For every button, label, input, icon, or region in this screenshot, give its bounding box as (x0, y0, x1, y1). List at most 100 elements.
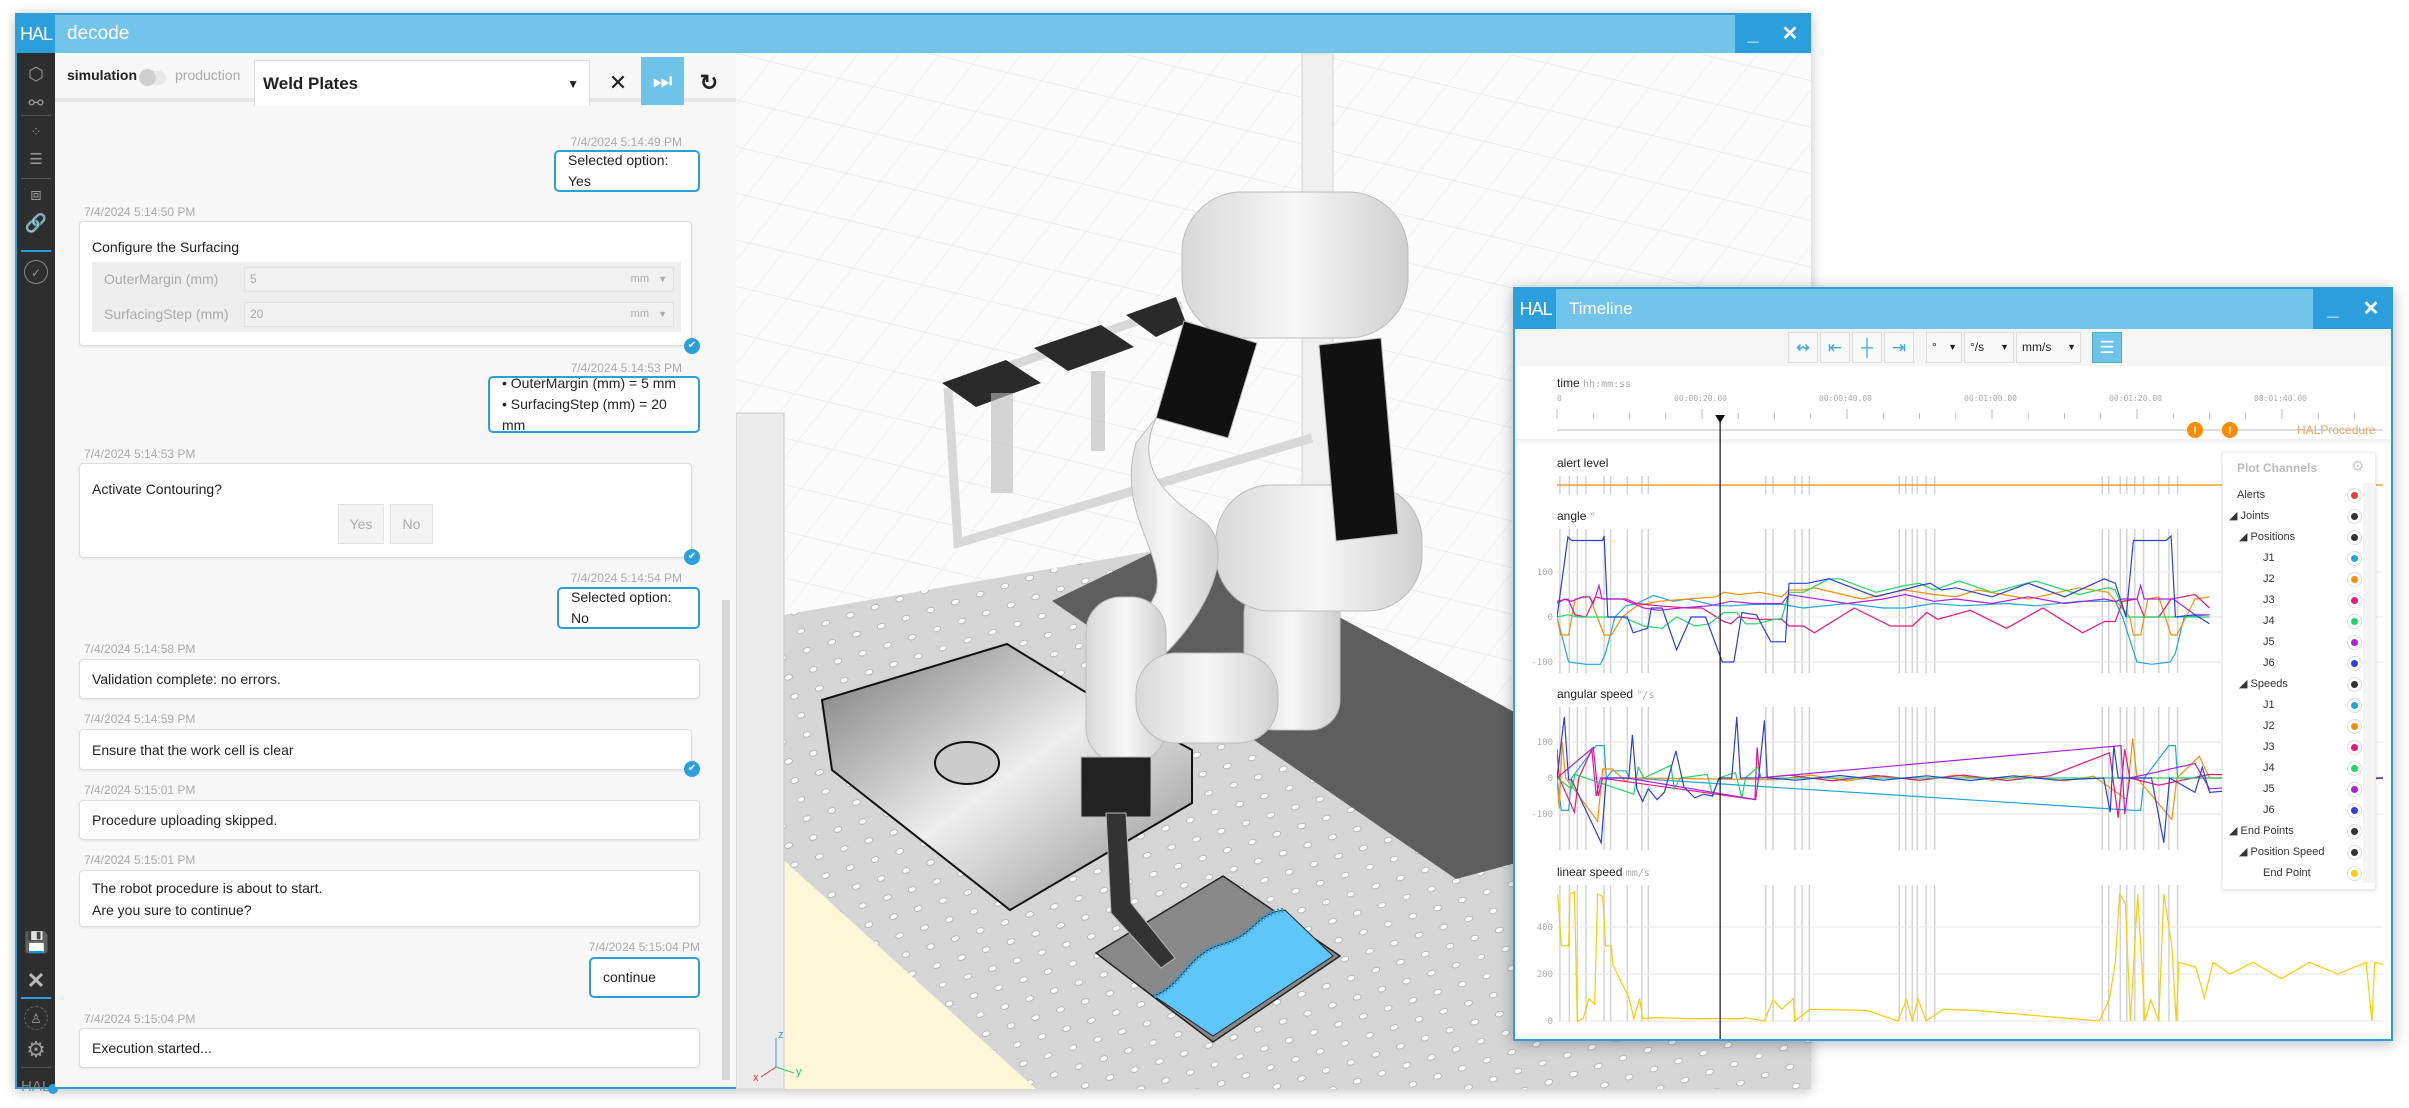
channel-label: J4 (2263, 615, 2275, 627)
timestamp: 7/4/2024 5:14:59 PM (84, 712, 196, 726)
outer-margin-input[interactable]: 5 mm ▼ (244, 267, 674, 292)
channel-color-toggle[interactable] (2347, 698, 2362, 713)
channel-color-toggle[interactable] (2347, 593, 2362, 608)
channels-scrollbar[interactable] (2363, 483, 2375, 883)
channel-label: Alerts (2237, 489, 2266, 501)
stop-button[interactable]: ✕ (598, 61, 638, 105)
user-icon[interactable]: ♙ (24, 1006, 48, 1030)
message-line: The robot procedure is about to start. (92, 879, 323, 896)
y-tick-label: 400 (1537, 923, 1553, 933)
field-label: SurfacingStep (mm) (104, 306, 229, 322)
chat-scrollbar[interactable] (722, 600, 730, 1080)
cube-axes-icon[interactable]: ⬡ (24, 62, 48, 86)
channel-item[interactable]: J2 (2223, 569, 2363, 590)
gear-icon[interactable]: ⚙ (24, 1038, 48, 1062)
divider (21, 115, 51, 116)
alert-marker-glyph: ! (2193, 425, 2197, 437)
check-circle-icon[interactable]: ✓ (24, 260, 48, 284)
timestamp: 7/4/2024 5:15:04 PM (84, 1012, 196, 1026)
channel-item[interactable]: ◢ Joints (2223, 506, 2363, 527)
channel-label: ◢ Positions (2239, 531, 2296, 543)
channel-color-toggle[interactable] (2347, 530, 2362, 545)
channel-color-toggle[interactable] (2347, 635, 2362, 650)
channel-item[interactable]: Alerts (2223, 485, 2363, 506)
channel-item[interactable]: ◢ Positions (2223, 527, 2363, 548)
channel-item[interactable]: J3 (2223, 590, 2363, 611)
channel-item[interactable]: ◢ Speeds (2223, 674, 2363, 695)
channel-item[interactable]: J4 (2223, 611, 2363, 632)
chevron-down-icon: ▼ (658, 274, 667, 284)
minimize-button[interactable]: _ (1735, 15, 1771, 53)
channel-item[interactable]: J2 (2223, 716, 2363, 737)
unit-label: mm (630, 308, 649, 320)
toolbox-icon[interactable]: ⧈ (24, 182, 48, 206)
series-angle-j5 (1557, 583, 2210, 616)
channel-color-toggle[interactable] (2347, 488, 2362, 503)
alert-marker-glyph: ! (2228, 425, 2232, 437)
channel-label: J3 (2263, 741, 2275, 753)
list-icon[interactable]: ☰ (24, 148, 48, 172)
window-title: decode (67, 23, 130, 44)
network-icon[interactable]: ⚯ (24, 91, 48, 115)
channel-color-toggle[interactable] (2347, 782, 2362, 797)
y-tick-label: 100 (1537, 568, 1553, 578)
save-icon[interactable]: 💾 (24, 931, 49, 955)
close-window-button[interactable]: ✕ (1771, 15, 1809, 53)
channel-color-toggle[interactable] (2347, 572, 2362, 587)
step-button[interactable]: ⏭ (641, 57, 684, 105)
channel-color-toggle[interactable] (2347, 761, 2362, 776)
message-text: Ensure that the work cell is clear (92, 741, 294, 758)
field-value: 20 (250, 307, 264, 321)
y-tick-label: 100 (1537, 738, 1553, 748)
system-message: Ensure that the work cell is clear (79, 729, 692, 770)
channel-color-toggle[interactable] (2347, 656, 2362, 671)
channel-item[interactable]: J1 (2223, 695, 2363, 716)
link-icon[interactable]: 🔗 (24, 211, 48, 235)
user-message: Selected option: No (557, 587, 700, 629)
contouring-card: Activate Contouring? Yes No (79, 463, 692, 558)
channel-color-toggle[interactable] (2347, 551, 2362, 566)
check-icon: ✔ (684, 338, 700, 354)
channel-color-toggle[interactable] (2347, 509, 2362, 524)
channel-item[interactable]: J6 (2223, 800, 2363, 821)
plot-channels-panel: Plot Channels ⚙ Alerts ◢ Joints ◢ Position… (2222, 452, 2376, 890)
hal-logo: HAL (17, 15, 55, 53)
channel-item[interactable]: End Point (2223, 863, 2363, 884)
channel-color-toggle[interactable] (2347, 866, 2362, 881)
channel-color-toggle[interactable] (2347, 824, 2362, 839)
timeline-window: HAL Timeline _ ✕ ↭ ⇤ ┼ ⇥ ° ▼ °/s ▼ mm/s ▼ ☰… (1513, 287, 2393, 1041)
channel-item[interactable]: J5 (2223, 779, 2363, 800)
procedure-select[interactable]: Weld Plates ▼ (254, 60, 590, 108)
user-message: • OuterMargin (mm) = 5 mm • SurfacingSte… (488, 375, 700, 433)
channel-label: ◢ Joints (2229, 510, 2270, 522)
yes-button[interactable]: Yes (338, 504, 384, 544)
timestamp: 7/4/2024 5:14:50 PM (84, 205, 196, 219)
channel-color-toggle[interactable] (2347, 677, 2362, 692)
message-text: Procedure uploading skipped. (92, 812, 278, 828)
y-tick-label: 200 (1537, 970, 1553, 980)
channel-label: J2 (2263, 573, 2275, 585)
surfacing-step-input[interactable]: 20 mm ▼ (244, 302, 674, 327)
channel-color-toggle[interactable] (2347, 719, 2362, 734)
channel-item[interactable]: J5 (2223, 632, 2363, 653)
channel-color-toggle[interactable] (2347, 740, 2362, 755)
card-title: Activate Contouring? (92, 481, 222, 497)
channel-color-toggle[interactable] (2347, 614, 2362, 629)
channel-item[interactable]: J6 (2223, 653, 2363, 674)
channel-item[interactable]: J4 (2223, 758, 2363, 779)
mode-toggle[interactable] (139, 69, 166, 86)
strategy-icon[interactable]: ⁘ (24, 120, 48, 144)
channel-item[interactable]: J1 (2223, 548, 2363, 569)
check-icon: ✔ (684, 761, 700, 777)
channel-color-toggle[interactable] (2347, 845, 2362, 860)
channel-item[interactable]: ◢ End Points (2223, 821, 2363, 842)
no-button[interactable]: No (390, 504, 433, 544)
close-icon[interactable]: ✕ (24, 969, 48, 993)
channel-color-toggle[interactable] (2347, 803, 2362, 818)
playhead-handle (1715, 415, 1726, 423)
channel-label: ◢ Position Speed (2239, 846, 2325, 858)
gear-icon[interactable]: ⚙ (2351, 457, 2364, 475)
reset-button[interactable]: ↻ (689, 61, 729, 105)
channel-item[interactable]: J3 (2223, 737, 2363, 758)
channel-item[interactable]: ◢ Position Speed (2223, 842, 2363, 863)
